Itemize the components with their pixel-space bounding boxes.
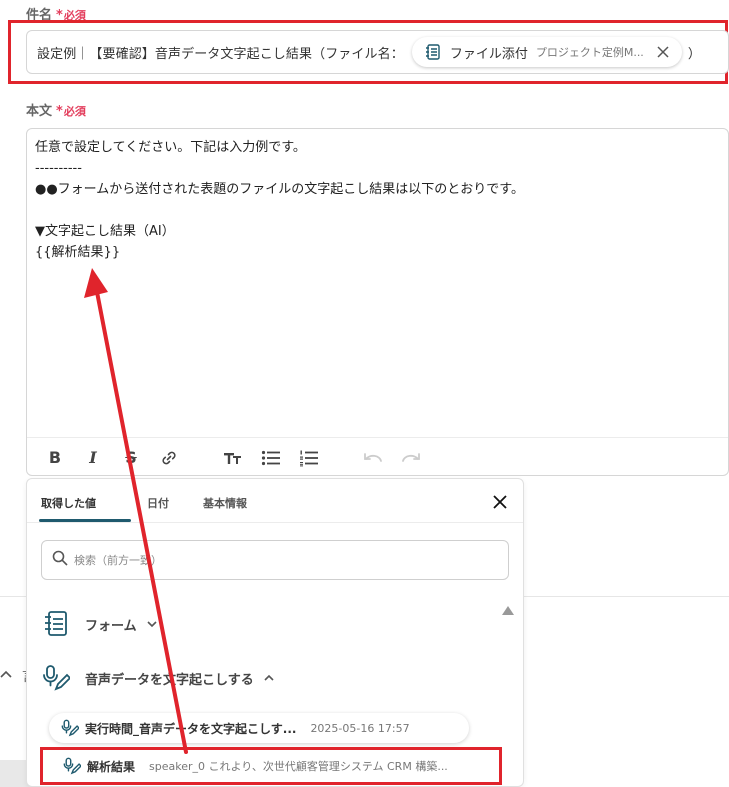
body-line: ---------- (35, 161, 82, 176)
search-icon (52, 550, 68, 570)
body-line: 任意で設定してください。下記は入力例です。 (35, 140, 306, 155)
tab-acquired-values[interactable]: 取得した値 (41, 495, 96, 511)
close-icon[interactable] (654, 43, 672, 61)
chip-label: ファイル添付 (449, 46, 528, 62)
body-line: ●●フォームから送付された表題のファイルの文字起こし結果は以下のとおりです。 (35, 182, 524, 197)
font-size-icon[interactable] (221, 446, 245, 470)
body-editor[interactable]: 任意で設定してください。下記は入力例です。 ---------- ●●フォームか… (26, 128, 729, 476)
mic-pen-icon (61, 719, 79, 737)
panel-tabs: 取得した値 日付 基本情報 (27, 479, 523, 523)
form-icon (41, 609, 71, 639)
body-line (35, 200, 524, 221)
redo-icon[interactable] (399, 446, 423, 470)
close-icon[interactable] (489, 491, 511, 513)
undo-icon[interactable] (361, 446, 385, 470)
body-label-text: 本文 (26, 104, 53, 119)
subject-field[interactable]: 設定例｜【要確認】音声データ文字起こし結果（ファイル名： ファイル添付 プロジェ… (26, 30, 729, 74)
file-attachment-chip[interactable]: ファイル添付 プロジェクト定例M... (411, 37, 682, 67)
group-transcribe[interactable]: 音声データを文字起こしする (41, 663, 276, 693)
chip-sublabel: プロジェクト定例M... (535, 46, 644, 59)
form-icon (424, 43, 442, 61)
strikethrough-button[interactable]: S (119, 446, 143, 470)
numbered-list-icon[interactable] (297, 446, 321, 470)
tab-basic-info[interactable]: 基本情報 (203, 495, 247, 511)
value-item-analysis-result[interactable]: 解析結果 speaker_0 これより、次世代顧客管理システム CRM 構築..… (40, 747, 502, 785)
mic-pen-icon (63, 757, 81, 775)
body-text[interactable]: 任意で設定してください。下記は入力例です。 ---------- ●●フォームか… (35, 137, 524, 263)
group-label: フォーム (85, 618, 137, 634)
subject-text: 設定例｜【要確認】音声データ文字起こし結果（ファイル名： (37, 46, 404, 62)
subject-text-tail: ） (687, 46, 701, 62)
required-badge: 必須 (63, 105, 86, 118)
chevron-up-icon[interactable] (0, 668, 12, 683)
search-input[interactable] (74, 553, 454, 567)
value-picker-panel: 取得した値 日付 基本情報 フォーム (26, 478, 524, 787)
italic-button[interactable]: I (81, 446, 105, 470)
item-value: 2025-05-16 17:57 (310, 721, 410, 735)
link-icon[interactable] (157, 446, 181, 470)
bold-button[interactable]: B (43, 446, 67, 470)
format-toolbar: B I S (27, 437, 728, 477)
scroll-up-icon[interactable] (501, 601, 515, 615)
bullet-list-icon[interactable] (259, 446, 283, 470)
item-name: 解析結果 (87, 759, 136, 774)
group-form[interactable]: フォーム (41, 609, 159, 639)
chevron-up-icon (262, 671, 276, 685)
active-tab-indicator (39, 519, 131, 522)
item-value: speaker_0 これより、次世代顧客管理システム CRM 構築... (149, 760, 448, 773)
body-line: {{解析結果}} (35, 245, 121, 260)
value-item-execution-time[interactable]: 実行時間_音声データを文字起こしす... 2025-05-16 17:57 (49, 713, 469, 743)
item-name: 実行時間_音声データを文字起こしす... (85, 721, 297, 736)
tab-date[interactable]: 日付 (147, 495, 169, 511)
body-label: 本文 *必須 (26, 100, 86, 119)
chevron-down-icon (145, 617, 159, 631)
mic-pen-icon (41, 663, 71, 693)
body-line: ▼文字起こし結果（AI） (35, 224, 175, 239)
search-field[interactable] (41, 540, 509, 580)
group-label: 音声データを文字起こしする (85, 672, 254, 688)
required-star: * (56, 104, 63, 119)
